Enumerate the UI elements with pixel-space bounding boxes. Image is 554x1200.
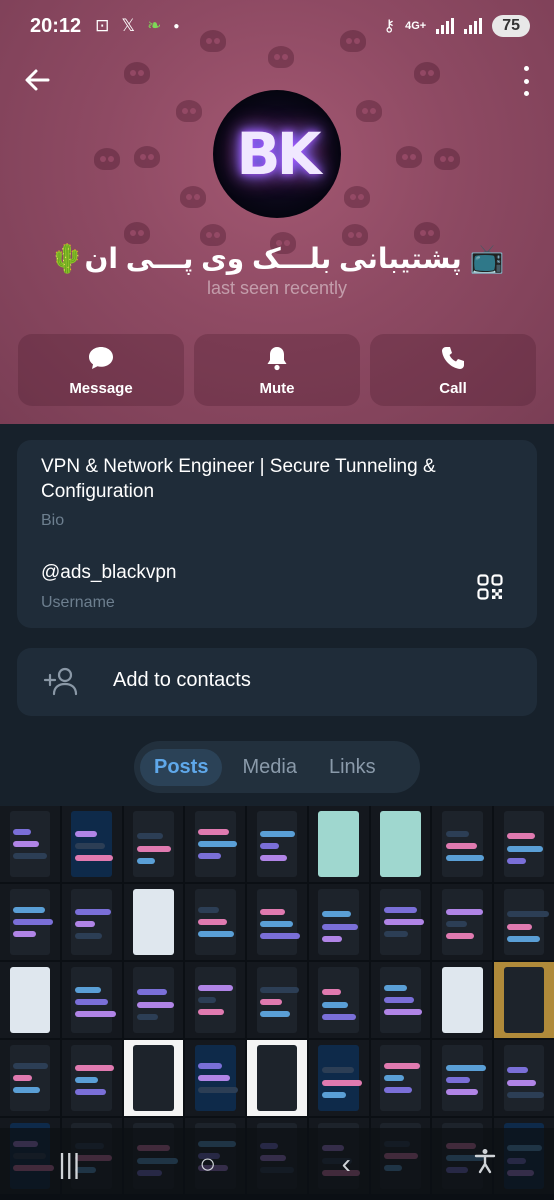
signal-icon-2 <box>464 18 483 34</box>
bio-label: Bio <box>41 512 65 529</box>
post-thumbnail[interactable] <box>0 806 60 882</box>
pattern-skull <box>396 146 422 168</box>
qr-code-icon[interactable] <box>477 574 503 600</box>
pattern-skull <box>94 148 120 170</box>
add-user-icon <box>43 667 78 696</box>
post-thumbnail[interactable] <box>123 962 184 1038</box>
pattern-skull <box>124 222 150 244</box>
recent-apps-button[interactable]: ||| <box>39 1148 99 1180</box>
key-icon: ⚷ <box>383 18 396 35</box>
action-buttons: Message Mute Call <box>18 334 536 406</box>
home-button[interactable]: ○ <box>178 1148 238 1180</box>
post-thumbnail[interactable] <box>61 884 122 960</box>
pattern-skull <box>356 100 382 122</box>
add-to-contacts-label: Add to contacts <box>113 669 251 691</box>
screenshot-icon: ⊡ <box>95 16 110 35</box>
mute-button[interactable]: Mute <box>194 334 360 406</box>
username-label: Username <box>41 594 115 611</box>
post-thumbnail[interactable] <box>494 806 554 882</box>
post-thumbnail[interactable] <box>432 962 493 1038</box>
post-thumbnail[interactable] <box>370 1040 431 1116</box>
username-value[interactable]: @ads_blackvpn <box>41 562 176 584</box>
post-thumbnail[interactable] <box>494 884 554 960</box>
media-tabs: Posts Media Links <box>134 741 420 793</box>
message-icon <box>89 346 113 369</box>
more-menu-icon[interactable] <box>520 66 532 96</box>
post-thumbnail[interactable] <box>370 962 431 1038</box>
status-bar: 20:12 ⊡ 𝕏 ❧ ● ⚷ 4G+ 75 <box>0 0 554 52</box>
post-thumbnail[interactable] <box>185 806 246 882</box>
post-thumbnail[interactable] <box>0 884 60 960</box>
post-thumbnail[interactable] <box>123 1040 184 1116</box>
back-button[interactable]: ‹ <box>316 1148 376 1180</box>
battery-indicator: 75 <box>492 15 530 37</box>
pattern-skull <box>414 62 440 84</box>
signal-icon <box>436 18 455 34</box>
profile-name: 📺 پشتیبانی بلـــک وی پـــی ان🌵 <box>49 243 505 274</box>
post-thumbnail[interactable] <box>494 962 554 1038</box>
post-thumbnail[interactable] <box>0 1040 60 1116</box>
post-thumbnail[interactable] <box>370 884 431 960</box>
post-thumbnail[interactable] <box>61 806 122 882</box>
pattern-skull <box>124 62 150 84</box>
post-thumbnail[interactable] <box>308 962 369 1038</box>
message-button-label: Message <box>69 379 133 397</box>
phone-icon <box>442 346 464 369</box>
post-thumbnail[interactable] <box>61 962 122 1038</box>
network-type: 4G+ <box>405 20 427 32</box>
avatar[interactable]: BK <box>213 90 341 218</box>
post-thumbnail[interactable] <box>432 1040 493 1116</box>
post-thumbnail[interactable] <box>308 806 369 882</box>
post-thumbnail[interactable] <box>432 806 493 882</box>
profile-header: 20:12 ⊡ 𝕏 ❧ ● ⚷ 4G+ 75 BK 📺 پشتیبانی بلـ… <box>0 0 554 424</box>
post-thumbnail[interactable] <box>247 962 307 1038</box>
call-button-label: Call <box>439 379 467 397</box>
message-button[interactable]: Message <box>18 334 184 406</box>
last-seen-status: last seen recently <box>206 278 348 298</box>
pattern-skull <box>180 186 206 208</box>
pattern-skull <box>344 186 370 208</box>
pattern-skull <box>176 100 202 122</box>
bell-icon <box>267 346 287 370</box>
post-thumbnail[interactable] <box>0 962 60 1038</box>
pattern-skull <box>434 148 460 170</box>
post-thumbnail[interactable] <box>247 1040 307 1116</box>
post-thumbnail[interactable] <box>308 884 369 960</box>
post-thumbnail[interactable] <box>123 884 184 960</box>
post-thumbnail[interactable] <box>185 884 246 960</box>
bio-text[interactable]: VPN & Network Engineer | Secure Tunnelin… <box>41 454 511 504</box>
tab-links[interactable]: Links <box>315 749 390 786</box>
post-thumbnail[interactable] <box>185 962 246 1038</box>
back-arrow-icon[interactable] <box>22 64 54 96</box>
tab-media[interactable]: Media <box>228 749 310 786</box>
pattern-skull <box>134 146 160 168</box>
post-thumbnail[interactable] <box>247 884 307 960</box>
leaf-icon: ❧ <box>147 16 162 35</box>
post-thumbnail[interactable] <box>247 806 307 882</box>
accessibility-icon[interactable] <box>455 1148 515 1181</box>
add-to-contacts-button[interactable]: Add to contacts <box>17 648 537 716</box>
post-thumbnail[interactable] <box>123 806 184 882</box>
post-thumbnail[interactable] <box>494 1040 554 1116</box>
status-time: 20:12 <box>30 14 82 37</box>
pattern-skull <box>414 222 440 244</box>
mute-button-label: Mute <box>259 379 295 397</box>
post-thumbnail[interactable] <box>308 1040 369 1116</box>
post-thumbnail[interactable] <box>370 806 431 882</box>
x-app-icon: 𝕏 <box>121 16 136 35</box>
post-thumbnail[interactable] <box>61 1040 122 1116</box>
system-nav-bar: ||| ○ ‹ <box>0 1128 554 1200</box>
dot-icon: ● <box>173 20 180 32</box>
info-card: VPN & Network Engineer | Secure Tunnelin… <box>17 440 537 628</box>
post-thumbnail[interactable] <box>185 1040 246 1116</box>
tab-posts[interactable]: Posts <box>140 748 223 786</box>
call-button[interactable]: Call <box>370 334 536 406</box>
avatar-logo: BK <box>236 120 321 188</box>
post-thumbnail[interactable] <box>432 884 493 960</box>
